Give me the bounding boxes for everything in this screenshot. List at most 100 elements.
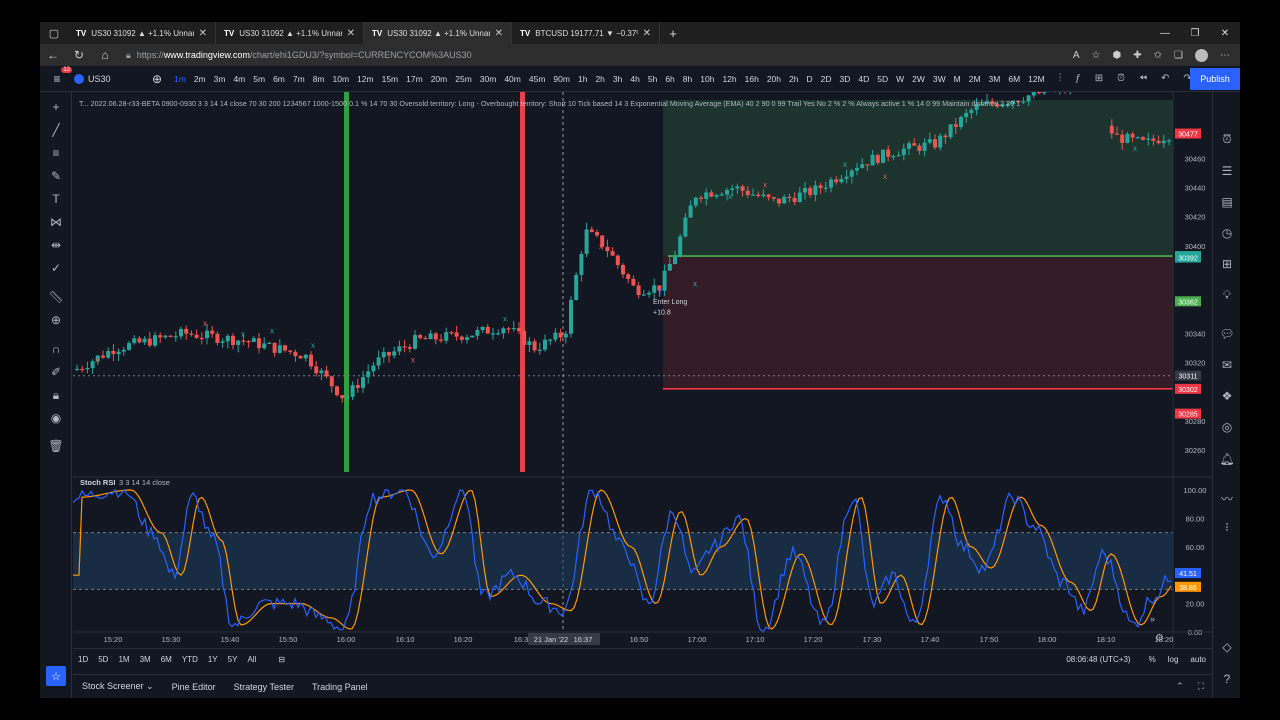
interval-D[interactable]: D — [802, 74, 816, 84]
interval-W[interactable]: W — [892, 74, 908, 84]
interval-6M[interactable]: 6M — [1004, 74, 1024, 84]
back-arrow-icon[interactable]: ← — [40, 48, 66, 62]
avatar[interactable] — [1195, 48, 1208, 62]
interval-4m[interactable]: 4m — [229, 74, 249, 84]
minimize-icon[interactable]: — — [1150, 22, 1180, 44]
interval-3h[interactable]: 3h — [609, 74, 626, 84]
checkmark-icon[interactable]: ✓ — [40, 261, 72, 275]
browser-tab-1[interactable]: TV US30 31092 ▲ +1.1% Unnamed ✕ — [68, 22, 216, 44]
range-3m[interactable]: 3M — [135, 655, 156, 664]
messages-icon[interactable]: ✉ — [1213, 358, 1240, 372]
favorites-star-button[interactable]: ☆ — [46, 666, 66, 686]
text-icon[interactable]: T — [40, 192, 72, 206]
interval-12m[interactable]: 12m — [353, 74, 378, 84]
interval-6m[interactable]: 6m — [269, 74, 289, 84]
range-ytd[interactable]: YTD — [177, 655, 203, 664]
maximize-icon[interactable]: ❐ — [1180, 22, 1210, 44]
tab-trading-panel[interactable]: Trading Panel — [303, 682, 377, 692]
browser-tab-3-active[interactable]: TV US30 31092 ▲ +1.1% Unnamed ✕ — [364, 22, 512, 44]
lock-drawings-icon[interactable]: ✐ — [40, 365, 72, 379]
tab-stock-screener[interactable]: Stock Screener ⌄ — [73, 681, 163, 692]
interval-40m[interactable]: 40m — [500, 74, 525, 84]
interval-8m[interactable]: 8m — [309, 74, 329, 84]
interval-2W[interactable]: 2W — [908, 74, 929, 84]
lock-icon[interactable]: 🔒︎ — [40, 388, 72, 403]
close-window-icon[interactable]: ✕ — [1210, 22, 1240, 44]
broadcast-icon[interactable]: ◎ — [1213, 420, 1240, 434]
interval-2h[interactable]: 2h — [785, 74, 802, 84]
interval-4h[interactable]: 4h — [626, 74, 643, 84]
eye-icon[interactable]: ◉ — [40, 411, 72, 425]
read-aloud-icon[interactable]: A — [1073, 50, 1080, 61]
interval-3D[interactable]: 3D — [835, 74, 854, 84]
interval-20h[interactable]: 20h — [763, 74, 785, 84]
goto-date-icon[interactable]: ⊟ — [273, 655, 290, 664]
range-5d[interactable]: 5D — [93, 655, 113, 664]
measure-icon[interactable]: ⇹ — [40, 238, 72, 252]
trend-line-icon[interactable]: ╱ — [40, 123, 72, 137]
interval-5D[interactable]: 5D — [873, 74, 892, 84]
auto-toggle[interactable]: auto — [1184, 655, 1212, 664]
interval-15m[interactable]: 15m — [378, 74, 403, 84]
range-1m[interactable]: 1M — [113, 655, 134, 664]
interval-17m[interactable]: 17m — [402, 74, 427, 84]
watchlist-icon[interactable]: ☰ — [1213, 164, 1240, 178]
favorite-star-icon[interactable]: ☆ — [1092, 50, 1101, 61]
browser-tab-4[interactable]: TV BTCUSD 19177.71 ▼ −0.37% Ra ✕ — [512, 22, 660, 44]
trend-icon[interactable]: 〰 — [1213, 490, 1240, 507]
range-all[interactable]: All — [242, 655, 261, 664]
replay-icon[interactable]: ⏪︎ — [1139, 73, 1147, 84]
lightbulb-icon[interactable]: 💡︎ — [1213, 288, 1240, 303]
browser-tab-2[interactable]: TV US30 31092 ▲ +1.1% Unnamed ✕ — [216, 22, 364, 44]
close-icon[interactable]: ✕ — [199, 28, 207, 39]
interval-16h[interactable]: 16h — [741, 74, 763, 84]
maximize-panel-icon[interactable]: ⛶ — [1198, 681, 1204, 692]
data-window-icon[interactable]: ⁝ — [1213, 520, 1240, 534]
collections-icon[interactable]: ❏ — [1174, 50, 1183, 61]
url-field[interactable]: 🔒︎ https://www.tradingview.com/chart/ehi… — [126, 50, 472, 61]
interval-2m[interactable]: 2m — [190, 74, 210, 84]
candles-icon[interactable]: ⫶ — [1059, 73, 1062, 84]
interval-3W[interactable]: 3W — [929, 74, 950, 84]
alarm-clock-icon[interactable]: ⏰︎ — [1213, 132, 1240, 147]
interval-3M[interactable]: 3M — [985, 74, 1005, 84]
symbol-search-button[interactable]: US30 — [74, 73, 144, 84]
log-toggle[interactable]: log — [1162, 655, 1185, 664]
close-icon[interactable]: ✕ — [495, 28, 503, 39]
close-icon[interactable]: ✕ — [643, 28, 651, 39]
new-tab-button[interactable]: + — [660, 22, 686, 44]
interval-2D[interactable]: 2D — [817, 74, 836, 84]
magnet-icon[interactable]: ∩ — [40, 342, 72, 356]
range-1d[interactable]: 1D — [73, 655, 93, 664]
interval-20m[interactable]: 20m — [427, 74, 452, 84]
trash-icon[interactable]: 🗑︎ — [40, 439, 72, 453]
interval-4D[interactable]: 4D — [854, 74, 873, 84]
close-icon[interactable]: ✕ — [347, 28, 355, 39]
pattern-icon[interactable]: ⋈ — [40, 215, 72, 229]
interval-2h[interactable]: 2h — [591, 74, 608, 84]
interval-10m[interactable]: 10m — [329, 74, 354, 84]
interval-3m[interactable]: 3m — [210, 74, 230, 84]
more-icon[interactable]: ⋯ — [1220, 50, 1230, 61]
interval-7m[interactable]: 7m — [289, 74, 309, 84]
interval-12h[interactable]: 12h — [718, 74, 740, 84]
chart-area[interactable]: x x x x x x x x x x x x x x ↑Enter Long +10.8 T... 2022.… — [73, 92, 1212, 648]
help-icon[interactable]: ? — [1213, 672, 1240, 686]
indicators-icon[interactable]: ƒ — [1075, 73, 1081, 84]
clock-icon[interactable]: ◷ — [1213, 226, 1240, 240]
interval-5h[interactable]: 5h — [644, 74, 661, 84]
interval-90m[interactable]: 90m — [549, 74, 574, 84]
ruler-icon[interactable]: 📏︎ — [40, 290, 72, 304]
favorites-icon[interactable]: ✩ — [1154, 50, 1162, 61]
layers-icon[interactable]: ◇ — [1213, 640, 1240, 654]
ideas-icon[interactable]: ❖ — [1213, 389, 1240, 403]
percent-toggle[interactable]: % — [1143, 655, 1162, 664]
interval-8h[interactable]: 8h — [679, 74, 696, 84]
interval-30m[interactable]: 30m — [476, 74, 501, 84]
tab-strategy-tester[interactable]: Strategy Tester — [225, 682, 303, 692]
hamburger-menu-icon[interactable]: ≡ 12 — [40, 66, 74, 86]
interval-1m[interactable]: 1m — [170, 74, 190, 84]
interval-5m[interactable]: 5m — [249, 74, 269, 84]
alert-icon[interactable]: ⏰︎ — [1117, 73, 1125, 84]
tab-pine-editor[interactable]: Pine Editor — [163, 682, 225, 692]
